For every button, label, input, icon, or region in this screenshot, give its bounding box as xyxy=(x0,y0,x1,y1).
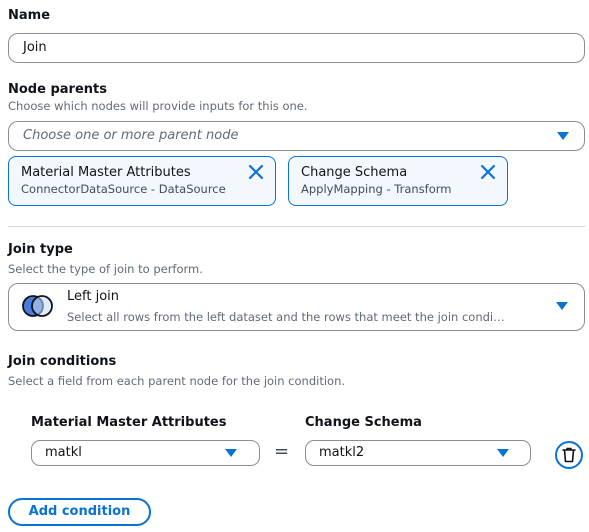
chevron-down-icon xyxy=(557,132,569,140)
node-parents-label: Node parents xyxy=(8,82,107,97)
name-label: Name xyxy=(8,8,51,23)
left-field-select[interactable]: matkl xyxy=(31,440,260,466)
add-condition-button[interactable]: Add condition xyxy=(8,498,151,526)
trash-icon xyxy=(562,447,576,463)
join-type-selected-label: Left join xyxy=(67,289,120,304)
chevron-down-icon xyxy=(225,449,237,457)
right-node-header: Change Schema xyxy=(305,415,422,430)
remove-condition-button[interactable] xyxy=(555,441,583,469)
join-conditions-label: Join conditions xyxy=(8,354,117,369)
node-parents-select[interactable]: Choose one or more parent node xyxy=(8,121,585,151)
join-type-selected-description: Select all rows from the left dataset an… xyxy=(67,310,505,324)
left-field-value: matkl xyxy=(45,445,82,460)
close-icon[interactable] xyxy=(479,163,497,181)
token-subtitle: ConnectorDataSource - DataSource xyxy=(21,182,226,196)
chevron-down-icon xyxy=(497,449,509,457)
section-divider xyxy=(8,226,585,227)
node-parents-placeholder: Choose one or more parent node xyxy=(23,128,239,143)
node-parents-description: Choose which nodes will provide inputs f… xyxy=(8,99,308,113)
join-type-description: Select the type of join to perform. xyxy=(8,262,203,276)
chevron-down-icon xyxy=(556,302,568,310)
right-field-select[interactable]: matkl2 xyxy=(305,440,531,466)
join-type-select[interactable]: Left join Select all rows from the left … xyxy=(8,283,585,331)
join-type-label: Join type xyxy=(8,242,73,257)
join-conditions-description: Select a field from each parent node for… xyxy=(8,374,346,388)
parent-token-change-schema: Change Schema ApplyMapping - Transform xyxy=(288,156,508,206)
parent-token-material-master: Material Master Attributes ConnectorData… xyxy=(8,156,276,206)
token-title: Material Master Attributes xyxy=(21,165,191,180)
token-title: Change Schema xyxy=(301,165,408,180)
right-field-value: matkl2 xyxy=(319,445,365,460)
token-subtitle: ApplyMapping - Transform xyxy=(301,182,452,196)
venn-left-join-icon xyxy=(22,295,53,317)
equals-operator: = xyxy=(274,441,290,462)
left-node-header: Material Master Attributes xyxy=(31,415,227,430)
close-icon[interactable] xyxy=(247,163,265,181)
name-input[interactable]: Join xyxy=(8,33,585,63)
